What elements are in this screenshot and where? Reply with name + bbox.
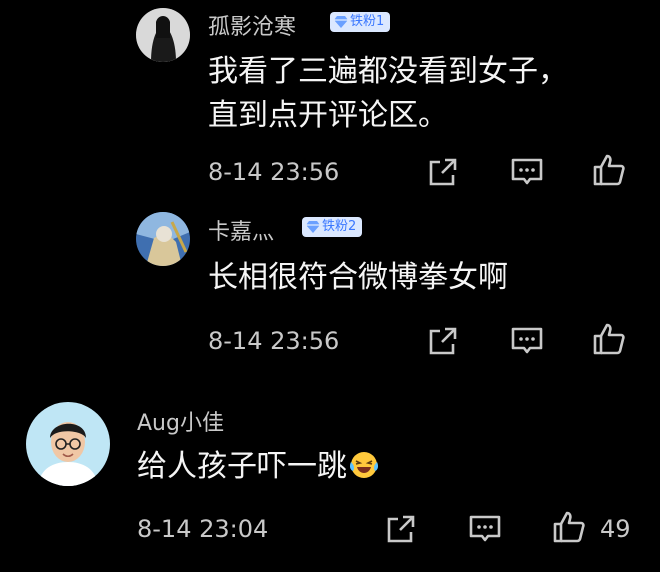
like-button[interactable]	[592, 153, 626, 187]
username[interactable]: Aug小佳	[137, 405, 224, 437]
comment-reply-2: 卡嘉灬 铁粉2 长相很符合微博拳女啊 8-14 23:56	[0, 200, 660, 375]
avatar[interactable]	[136, 212, 190, 266]
fan-badge: 铁粉1	[330, 12, 391, 32]
timestamp: 8-14 23:56	[208, 327, 340, 355]
comment-text-line: 直到点开评论区。	[208, 98, 448, 133]
share-icon	[429, 158, 457, 186]
laughing-crying-emoji	[349, 452, 379, 478]
diamond-icon	[306, 221, 320, 233]
share-button[interactable]	[426, 155, 460, 189]
reply-comment-icon	[469, 515, 501, 542]
reply-comment-icon	[511, 158, 543, 185]
reply-comment-icon	[511, 327, 543, 354]
avatar[interactable]	[136, 8, 190, 62]
comment-text-line: 给人孩子吓一跳	[137, 449, 347, 484]
share-icon	[387, 515, 415, 543]
like-thumb-icon	[593, 323, 625, 355]
timestamp: 8-14 23:56	[208, 158, 340, 186]
comment-text-line: 长相很符合微博拳女啊	[208, 260, 508, 295]
share-icon	[429, 327, 457, 355]
fan-badge: 铁粉2	[302, 217, 363, 237]
like-thumb-icon	[593, 154, 625, 186]
username[interactable]: 孤影沧寒	[208, 9, 296, 41]
username[interactable]: 卡嘉灬	[208, 214, 274, 246]
avatar[interactable]	[26, 402, 110, 486]
badge-label: 铁粉1	[350, 14, 385, 29]
badge-label: 铁粉2	[322, 219, 357, 234]
share-button[interactable]	[426, 324, 460, 358]
like-thumb-icon	[553, 511, 585, 543]
comment-text-line: 我看了三遍都没看到女子，	[208, 54, 568, 89]
reply-button[interactable]	[468, 512, 502, 546]
comment-top-level: Aug小佳 给人孩子吓一跳 8-14 23:04 49	[0, 375, 660, 572]
reply-button[interactable]	[510, 155, 544, 189]
like-count: 49	[600, 515, 631, 543]
reply-button[interactable]	[510, 324, 544, 358]
timestamp: 8-14 23:04	[137, 515, 269, 543]
like-button[interactable]	[552, 510, 586, 544]
like-button[interactable]	[592, 322, 626, 356]
diamond-icon	[334, 16, 348, 28]
share-button[interactable]	[384, 512, 418, 546]
comment-text: 给人孩子吓一跳	[137, 445, 379, 489]
comment-reply-1: 孤影沧寒 铁粉1 我看了三遍都没看到女子， 直到点开评论区。 8-14 23:5…	[0, 0, 660, 200]
